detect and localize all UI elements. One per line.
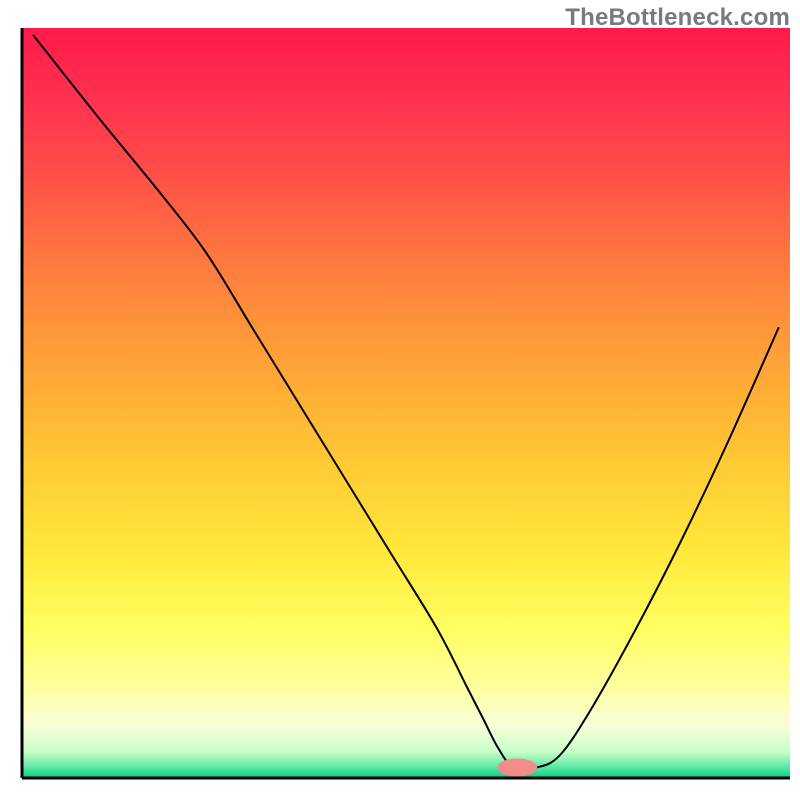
optimal-marker bbox=[497, 759, 537, 777]
plot-background bbox=[22, 28, 790, 778]
watermark-label: TheBottleneck.com bbox=[565, 4, 790, 32]
chart-container: TheBottleneck.com bbox=[0, 0, 800, 800]
bottleneck-chart bbox=[0, 0, 800, 800]
